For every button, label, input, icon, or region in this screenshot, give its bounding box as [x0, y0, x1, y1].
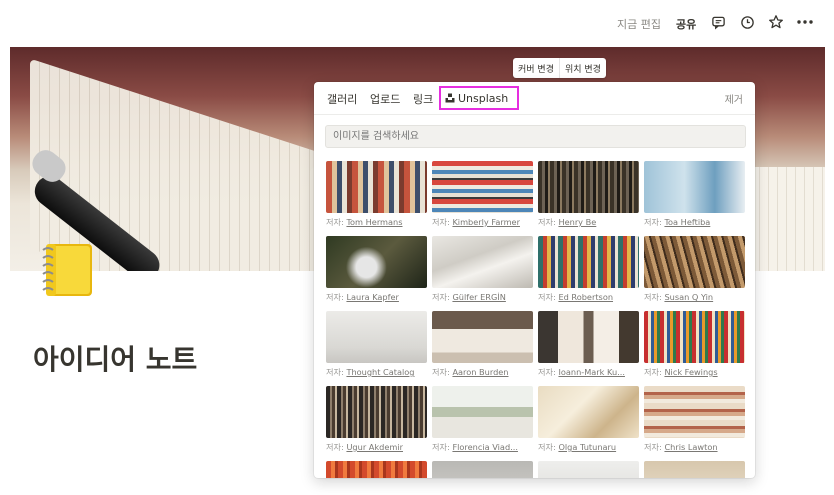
more-icon[interactable]	[795, 12, 815, 32]
author-link[interactable]: Tom Hermans	[346, 217, 402, 227]
image-tile[interactable]: 저자: Susan Q Yin	[644, 236, 745, 303]
author-link[interactable]: Chris Lawton	[664, 442, 717, 452]
image-search-input[interactable]	[325, 125, 746, 148]
unsplash-icon	[445, 93, 455, 103]
author-link[interactable]: Henry Be	[558, 217, 596, 227]
image-tile[interactable]: 저자: Henry Be	[538, 161, 639, 228]
image-caption: 저자: Ioann-Mark Ku...	[538, 367, 625, 377]
tab-unsplash[interactable]: Unsplash	[439, 86, 519, 110]
author-link[interactable]: Ed Robertson	[558, 292, 613, 302]
image-tile[interactable]: 저자: Florencia Viad...	[432, 386, 533, 453]
image-thumbnail[interactable]	[326, 461, 427, 478]
star-icon[interactable]	[766, 12, 786, 32]
author-link[interactable]: Laura Kapfer	[346, 292, 398, 302]
author-link[interactable]: Ugur Akdemir	[346, 442, 403, 452]
image-thumbnail[interactable]	[326, 161, 427, 213]
image-thumbnail[interactable]	[326, 386, 427, 438]
share-button[interactable]: 공유	[676, 16, 696, 32]
image-thumbnail[interactable]	[432, 236, 533, 288]
history-icon[interactable]	[737, 12, 757, 32]
image-caption: 저자: Olga Tutunaru	[538, 442, 617, 452]
image-tile[interactable]: 저자: Olga Tutunaru	[538, 386, 639, 453]
image-tile[interactable]: 저자: Tom Hermans	[326, 161, 427, 228]
cover-buttons: 커버 변경 위치 변경	[513, 58, 606, 78]
image-thumbnail[interactable]	[432, 386, 533, 438]
image-caption: 저자: Kimberly Farmer	[432, 217, 520, 227]
image-thumbnail[interactable]	[538, 236, 639, 288]
image-tile[interactable]	[644, 461, 745, 478]
image-tile[interactable]	[432, 461, 533, 478]
image-caption: 저자: Chris Lawton	[644, 442, 718, 452]
image-tile[interactable]	[326, 461, 427, 478]
notebook-icon[interactable]	[40, 240, 96, 300]
page-title[interactable]: 아이디어 노트	[33, 338, 197, 378]
image-caption: 저자: Florencia Viad...	[432, 442, 518, 452]
image-tile[interactable]: 저자: Thought Catalog	[326, 311, 427, 378]
image-thumbnail[interactable]	[538, 161, 639, 213]
author-link[interactable]: Thought Catalog	[346, 367, 414, 377]
author-link[interactable]: Gülfer ERGİN	[452, 292, 505, 302]
author-link[interactable]: Olga Tutunaru	[558, 442, 616, 452]
comment-icon[interactable]	[708, 12, 728, 32]
tab-gallery[interactable]: 갤러리	[327, 91, 357, 107]
image-caption: 저자: Nick Fewings	[644, 367, 718, 377]
image-thumbnail[interactable]	[538, 386, 639, 438]
image-tile[interactable]: 저자: Ioann-Mark Ku...	[538, 311, 639, 378]
image-tile[interactable]: 저자: Ugur Akdemir	[326, 386, 427, 453]
image-thumbnail[interactable]	[538, 311, 639, 363]
image-thumbnail[interactable]	[432, 311, 533, 363]
image-tile[interactable]: 저자: Gülfer ERGİN	[432, 236, 533, 303]
image-caption: 저자: Laura Kapfer	[326, 292, 399, 302]
author-link[interactable]: Florencia Viad...	[452, 442, 518, 452]
image-thumbnail[interactable]	[432, 161, 533, 213]
image-caption: 저자: Thought Catalog	[326, 367, 415, 377]
image-thumbnail[interactable]	[644, 311, 745, 363]
image-thumbnail[interactable]	[644, 386, 745, 438]
image-thumbnail[interactable]	[326, 236, 427, 288]
image-tile[interactable]: 저자: Laura Kapfer	[326, 236, 427, 303]
reposition-button[interactable]: 위치 변경	[560, 58, 606, 78]
edited-time: 지금 편집	[617, 18, 661, 31]
image-tile[interactable]: 저자: Chris Lawton	[644, 386, 745, 453]
tab-link[interactable]: 링크	[413, 91, 433, 107]
image-caption: 저자: Henry Be	[538, 217, 597, 227]
author-link[interactable]: Nick Fewings	[664, 367, 717, 377]
top-bar: 지금 편집 공유	[0, 0, 834, 46]
author-link[interactable]: Ioann-Mark Ku...	[558, 367, 625, 377]
image-caption: 저자: Gülfer ERGİN	[432, 292, 506, 302]
image-tile[interactable]: 저자: Ed Robertson	[538, 236, 639, 303]
tab-upload[interactable]: 업로드	[370, 91, 400, 107]
image-caption: 저자: Tom Hermans	[326, 217, 403, 227]
image-tile[interactable]: 저자: Nick Fewings	[644, 311, 745, 378]
author-link[interactable]: Kimberly Farmer	[452, 217, 520, 227]
image-tile[interactable]	[538, 461, 639, 478]
image-caption: 저자: Ugur Akdemir	[326, 442, 403, 452]
remove-cover-button[interactable]: 제거	[725, 91, 743, 106]
image-thumbnail[interactable]	[432, 461, 533, 478]
cover-picker-modal: 갤러리 업로드 링크 Unsplash 제거 저자: Tom Hermans 저…	[314, 82, 755, 478]
author-link[interactable]: Aaron Burden	[452, 367, 508, 377]
image-thumbnail[interactable]	[326, 311, 427, 363]
tab-unsplash-label: Unsplash	[458, 91, 509, 105]
tab-bar: 갤러리 업로드 링크 Unsplash 제거	[314, 82, 755, 115]
image-caption: 저자: Susan Q Yin	[644, 292, 714, 302]
image-thumbnail[interactable]	[644, 461, 745, 478]
image-thumbnail[interactable]	[644, 236, 745, 288]
change-cover-button[interactable]: 커버 변경	[513, 58, 560, 78]
author-link[interactable]: Toa Heftiba	[664, 217, 710, 227]
image-tile[interactable]: 저자: Toa Heftiba	[644, 161, 745, 228]
image-caption: 저자: Toa Heftiba	[644, 217, 711, 227]
image-tile[interactable]: 저자: Kimberly Farmer	[432, 161, 533, 228]
image-tile[interactable]: 저자: Aaron Burden	[432, 311, 533, 378]
author-link[interactable]: Susan Q Yin	[664, 292, 713, 302]
image-thumbnail[interactable]	[644, 161, 745, 213]
image-caption: 저자: Aaron Burden	[432, 367, 509, 377]
image-thumbnail[interactable]	[538, 461, 639, 478]
image-caption: 저자: Ed Robertson	[538, 292, 614, 302]
